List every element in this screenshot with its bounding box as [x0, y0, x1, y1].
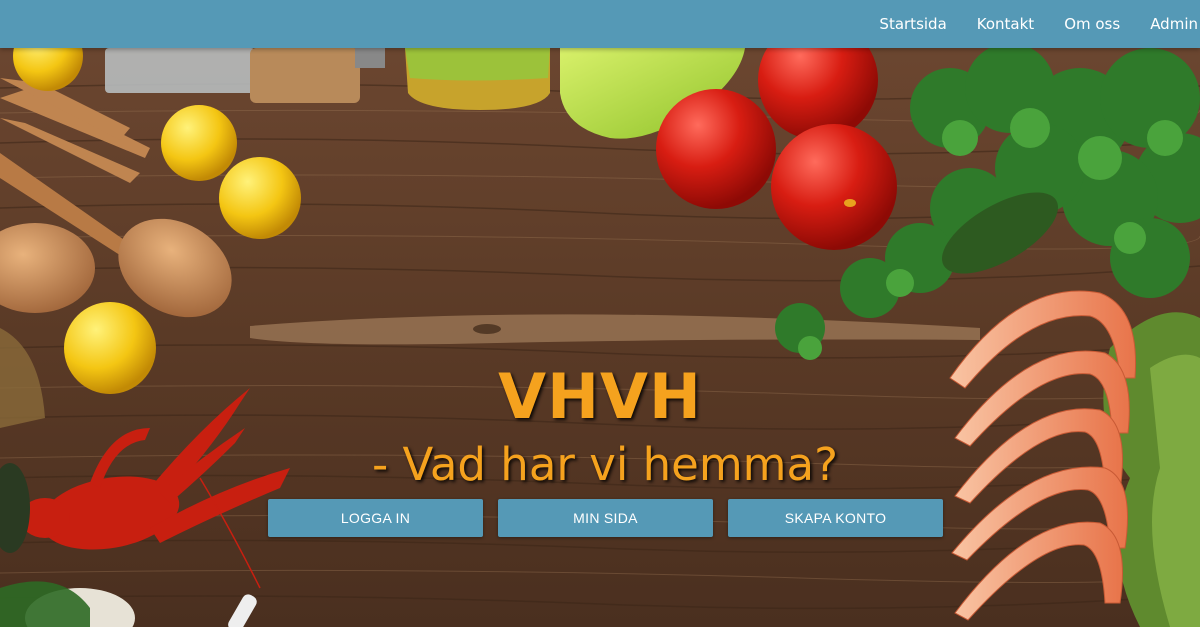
nav-link-kontakt[interactable]: Kontakt [962, 0, 1049, 48]
create-account-button[interactable]: SKAPA KONTO [728, 499, 943, 537]
nav-link-admin[interactable]: Admin [1135, 0, 1200, 48]
nav-link-startsida[interactable]: Startsida [864, 0, 961, 48]
background-image [0, 48, 1200, 627]
login-button[interactable]: LOGGA IN [268, 499, 483, 537]
top-navbar: Startsida Kontakt Om oss Admin [0, 0, 1200, 48]
my-page-button[interactable]: MIN SIDA [498, 499, 713, 537]
nav-links: Startsida Kontakt Om oss Admin [864, 0, 1200, 48]
hero-title: VHVH [498, 360, 702, 433]
hero-subtitle: - Vad har vi hemma? [372, 438, 838, 491]
action-buttons: LOGGA IN MIN SIDA SKAPA KONTO [268, 499, 943, 537]
kitchen-table-illustration [0, 48, 1200, 627]
nav-link-om-oss[interactable]: Om oss [1049, 0, 1135, 48]
